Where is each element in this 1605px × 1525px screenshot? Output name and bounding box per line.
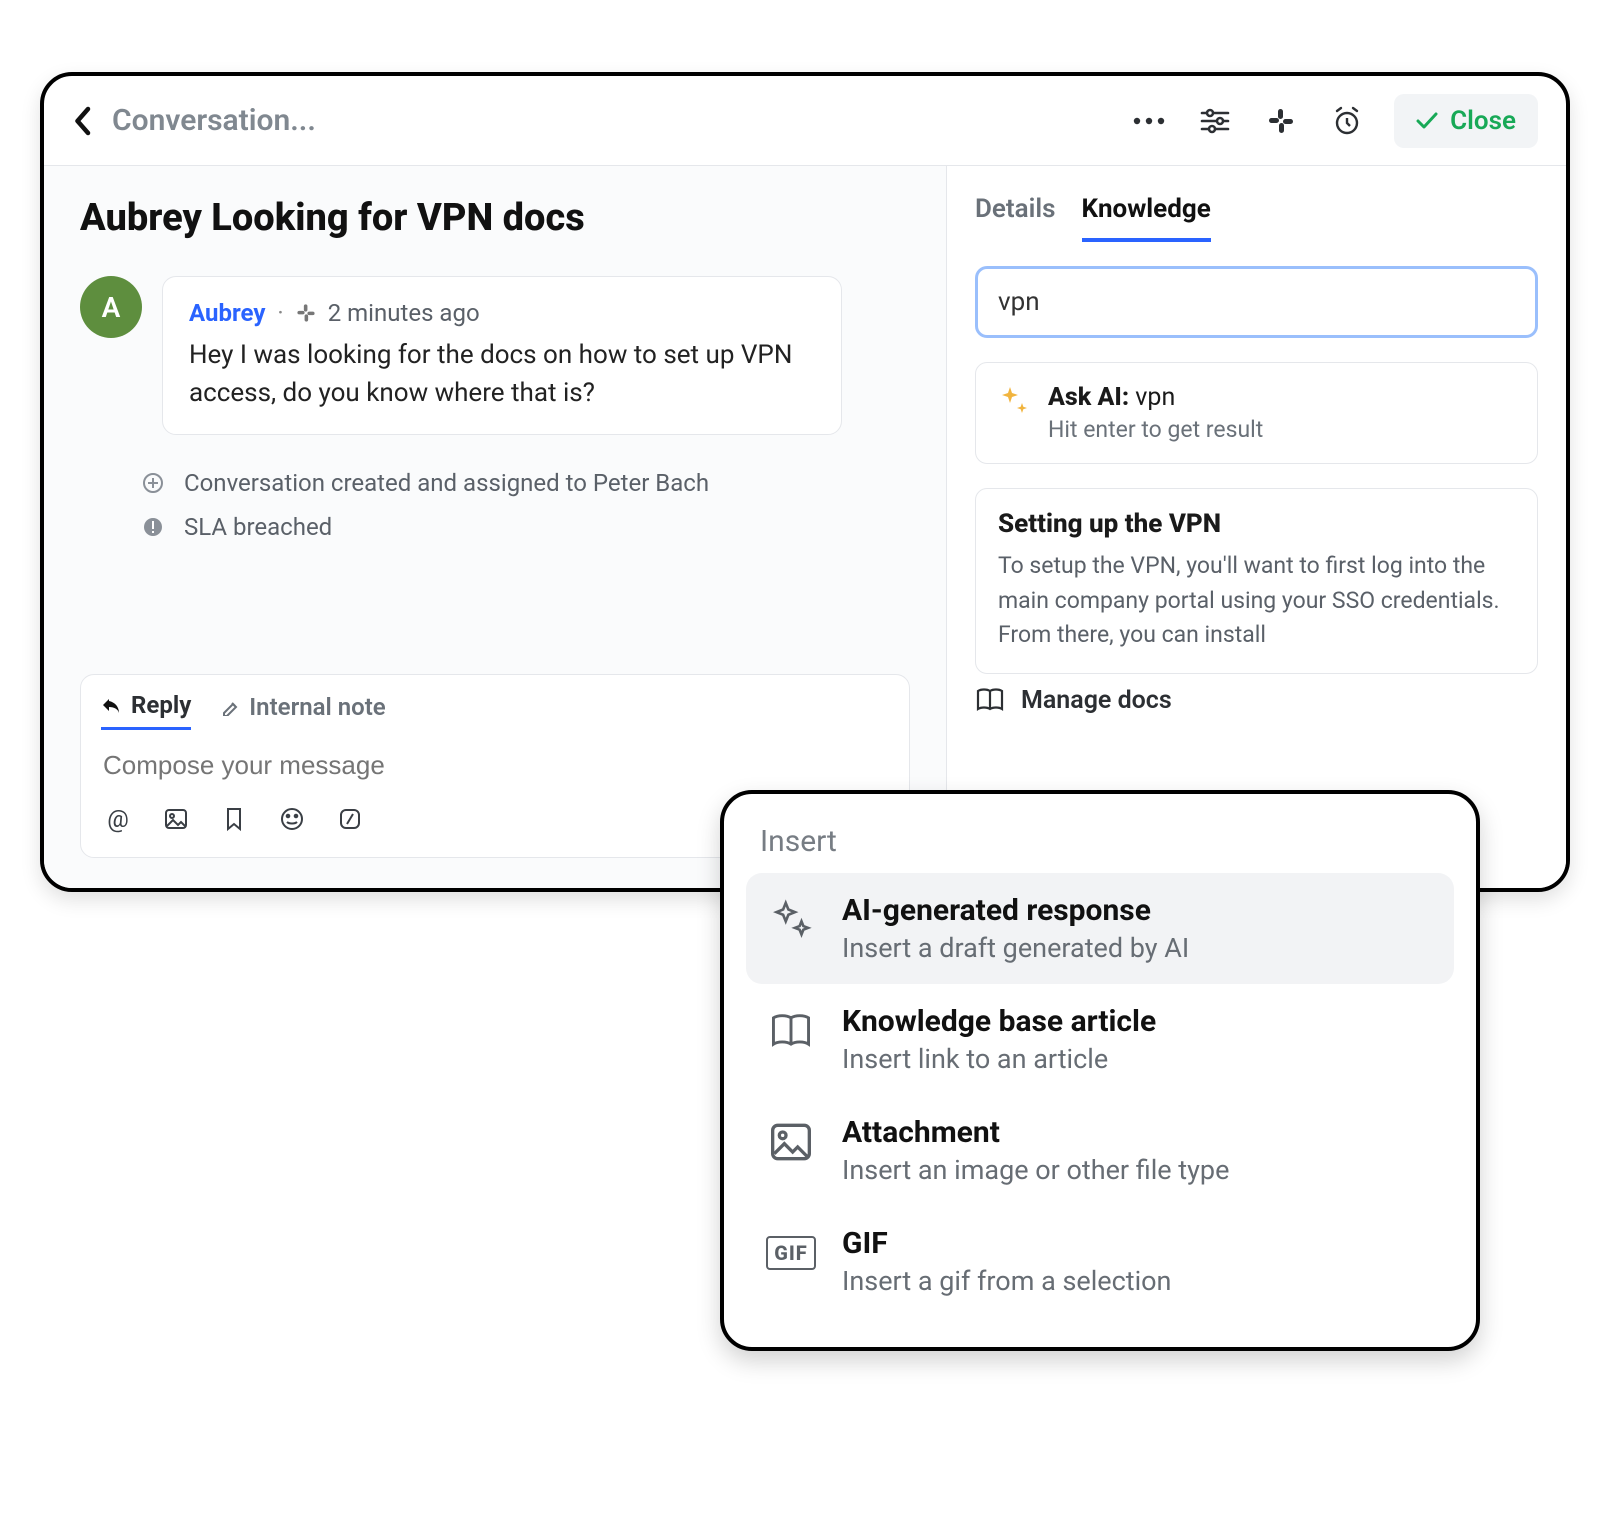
- avatar[interactable]: A: [80, 276, 142, 338]
- slack-icon[interactable]: [1262, 102, 1300, 140]
- knowledge-body: vpn Ask AI: vpn Hit enter to get result: [947, 242, 1566, 674]
- system-event-text: Conversation created and assigned to Pet…: [184, 469, 709, 497]
- insert-item-subtitle: Insert a draft generated by AI: [842, 932, 1189, 964]
- channel-slack-icon: [296, 303, 316, 323]
- ask-ai-prefix: Ask AI:: [1048, 383, 1129, 412]
- article-title: Setting up the VPN: [998, 509, 1515, 539]
- toolbar: Close: [1130, 94, 1538, 148]
- system-event: Conversation created and assigned to Pet…: [80, 461, 910, 505]
- close-button[interactable]: Close: [1394, 94, 1538, 148]
- topbar: Conversation...: [44, 76, 1566, 166]
- compose-input[interactable]: [101, 742, 889, 795]
- insert-item-title: Knowledge base article: [842, 1004, 1156, 1039]
- ask-ai-query: vpn: [1135, 383, 1175, 412]
- breadcrumb[interactable]: Conversation...: [112, 103, 316, 138]
- conversation-title: Aubrey Looking for VPN docs: [80, 196, 910, 240]
- more-icon[interactable]: [1130, 102, 1168, 140]
- message-time: 2 minutes ago: [328, 299, 480, 327]
- mention-icon[interactable]: @: [101, 802, 135, 836]
- knowledge-search-input[interactable]: vpn: [975, 266, 1538, 338]
- message-meta: Aubrey · 2 minutes ago: [189, 299, 815, 327]
- composer-toolbar: @: [101, 802, 367, 836]
- insert-item-title: GIF: [842, 1226, 1171, 1261]
- composer-tabs: Reply Internal note: [101, 691, 889, 730]
- back-icon[interactable]: [72, 106, 92, 136]
- article-body: To setup the VPN, you'll want to first l…: [998, 549, 1515, 653]
- system-event-text: SLA breached: [184, 513, 332, 541]
- ask-ai-title: Ask AI: vpn: [1048, 383, 1263, 412]
- tab-internal-note[interactable]: Internal note: [221, 691, 385, 730]
- message-row: A Aubrey · 2 minutes ago Hey I wa: [80, 276, 910, 435]
- conversation-window: Conversation...: [40, 72, 1570, 892]
- manage-docs-button[interactable]: Manage docs: [947, 682, 1566, 715]
- detail-tabs: Details Knowledge: [947, 166, 1566, 242]
- book-icon: [975, 687, 1005, 713]
- insert-item-subtitle: Insert link to an article: [842, 1043, 1156, 1075]
- edit-icon: [221, 698, 239, 716]
- knowledge-article-card[interactable]: Setting up the VPN To setup the VPN, you…: [975, 488, 1538, 674]
- tab-reply[interactable]: Reply: [101, 691, 191, 730]
- gif-icon: GIF: [764, 1226, 818, 1280]
- reply-arrow-icon: [101, 697, 121, 713]
- insert-heading: Insert: [760, 824, 1444, 859]
- message-author[interactable]: Aubrey: [189, 299, 265, 327]
- sparkles-icon: [998, 385, 1030, 417]
- filter-icon[interactable]: [1196, 102, 1234, 140]
- message-card: Aubrey · 2 minutes ago Hey I was looking…: [162, 276, 842, 435]
- insert-item-title: AI-generated response: [842, 893, 1189, 928]
- image-icon[interactable]: [159, 802, 193, 836]
- insert-item-title: Attachment: [842, 1115, 1229, 1150]
- emoji-icon[interactable]: [275, 802, 309, 836]
- tab-details[interactable]: Details: [975, 194, 1056, 242]
- conversation-pane: Aubrey Looking for VPN docs A Aubrey ·: [44, 166, 946, 888]
- close-label: Close: [1450, 106, 1516, 136]
- ask-ai-card[interactable]: Ask AI: vpn Hit enter to get result: [975, 362, 1538, 464]
- insert-item-kb-article[interactable]: Knowledge base article Insert link to an…: [746, 984, 1454, 1095]
- snooze-icon[interactable]: [1328, 102, 1366, 140]
- ask-ai-hint: Hit enter to get result: [1048, 416, 1263, 443]
- tab-internal-label: Internal note: [249, 693, 385, 721]
- message-body: Hey I was looking for the docs on how to…: [189, 337, 815, 412]
- book-icon: [764, 1004, 818, 1058]
- insert-item-ai-response[interactable]: AI-generated response Insert a draft gen…: [746, 873, 1454, 984]
- slash-command-icon[interactable]: [333, 802, 367, 836]
- insert-item-subtitle: Insert a gif from a selection: [842, 1265, 1171, 1297]
- insert-item-gif[interactable]: GIF GIF Insert a gif from a selection: [746, 1206, 1454, 1317]
- system-event: SLA breached: [80, 505, 910, 549]
- sparkles-icon: [764, 893, 818, 947]
- image-icon: [764, 1115, 818, 1169]
- plus-circle-icon: [140, 470, 166, 496]
- insert-menu: Insert AI-generated response Insert a dr…: [720, 790, 1480, 1351]
- manage-docs-label: Manage docs: [1021, 686, 1172, 715]
- tab-reply-label: Reply: [131, 691, 191, 719]
- knowledge-pane: Details Knowledge vpn Ask AI: vpn Hit en…: [946, 166, 1566, 888]
- tab-knowledge[interactable]: Knowledge: [1082, 194, 1211, 242]
- insert-item-subtitle: Insert an image or other file type: [842, 1154, 1229, 1186]
- alert-circle-icon: [140, 514, 166, 540]
- content-split: Aubrey Looking for VPN docs A Aubrey ·: [44, 166, 1566, 888]
- meta-separator: ·: [277, 299, 283, 327]
- checkmark-icon: [1416, 112, 1438, 130]
- bookmark-icon[interactable]: [217, 802, 251, 836]
- insert-item-attachment[interactable]: Attachment Insert an image or other file…: [746, 1095, 1454, 1206]
